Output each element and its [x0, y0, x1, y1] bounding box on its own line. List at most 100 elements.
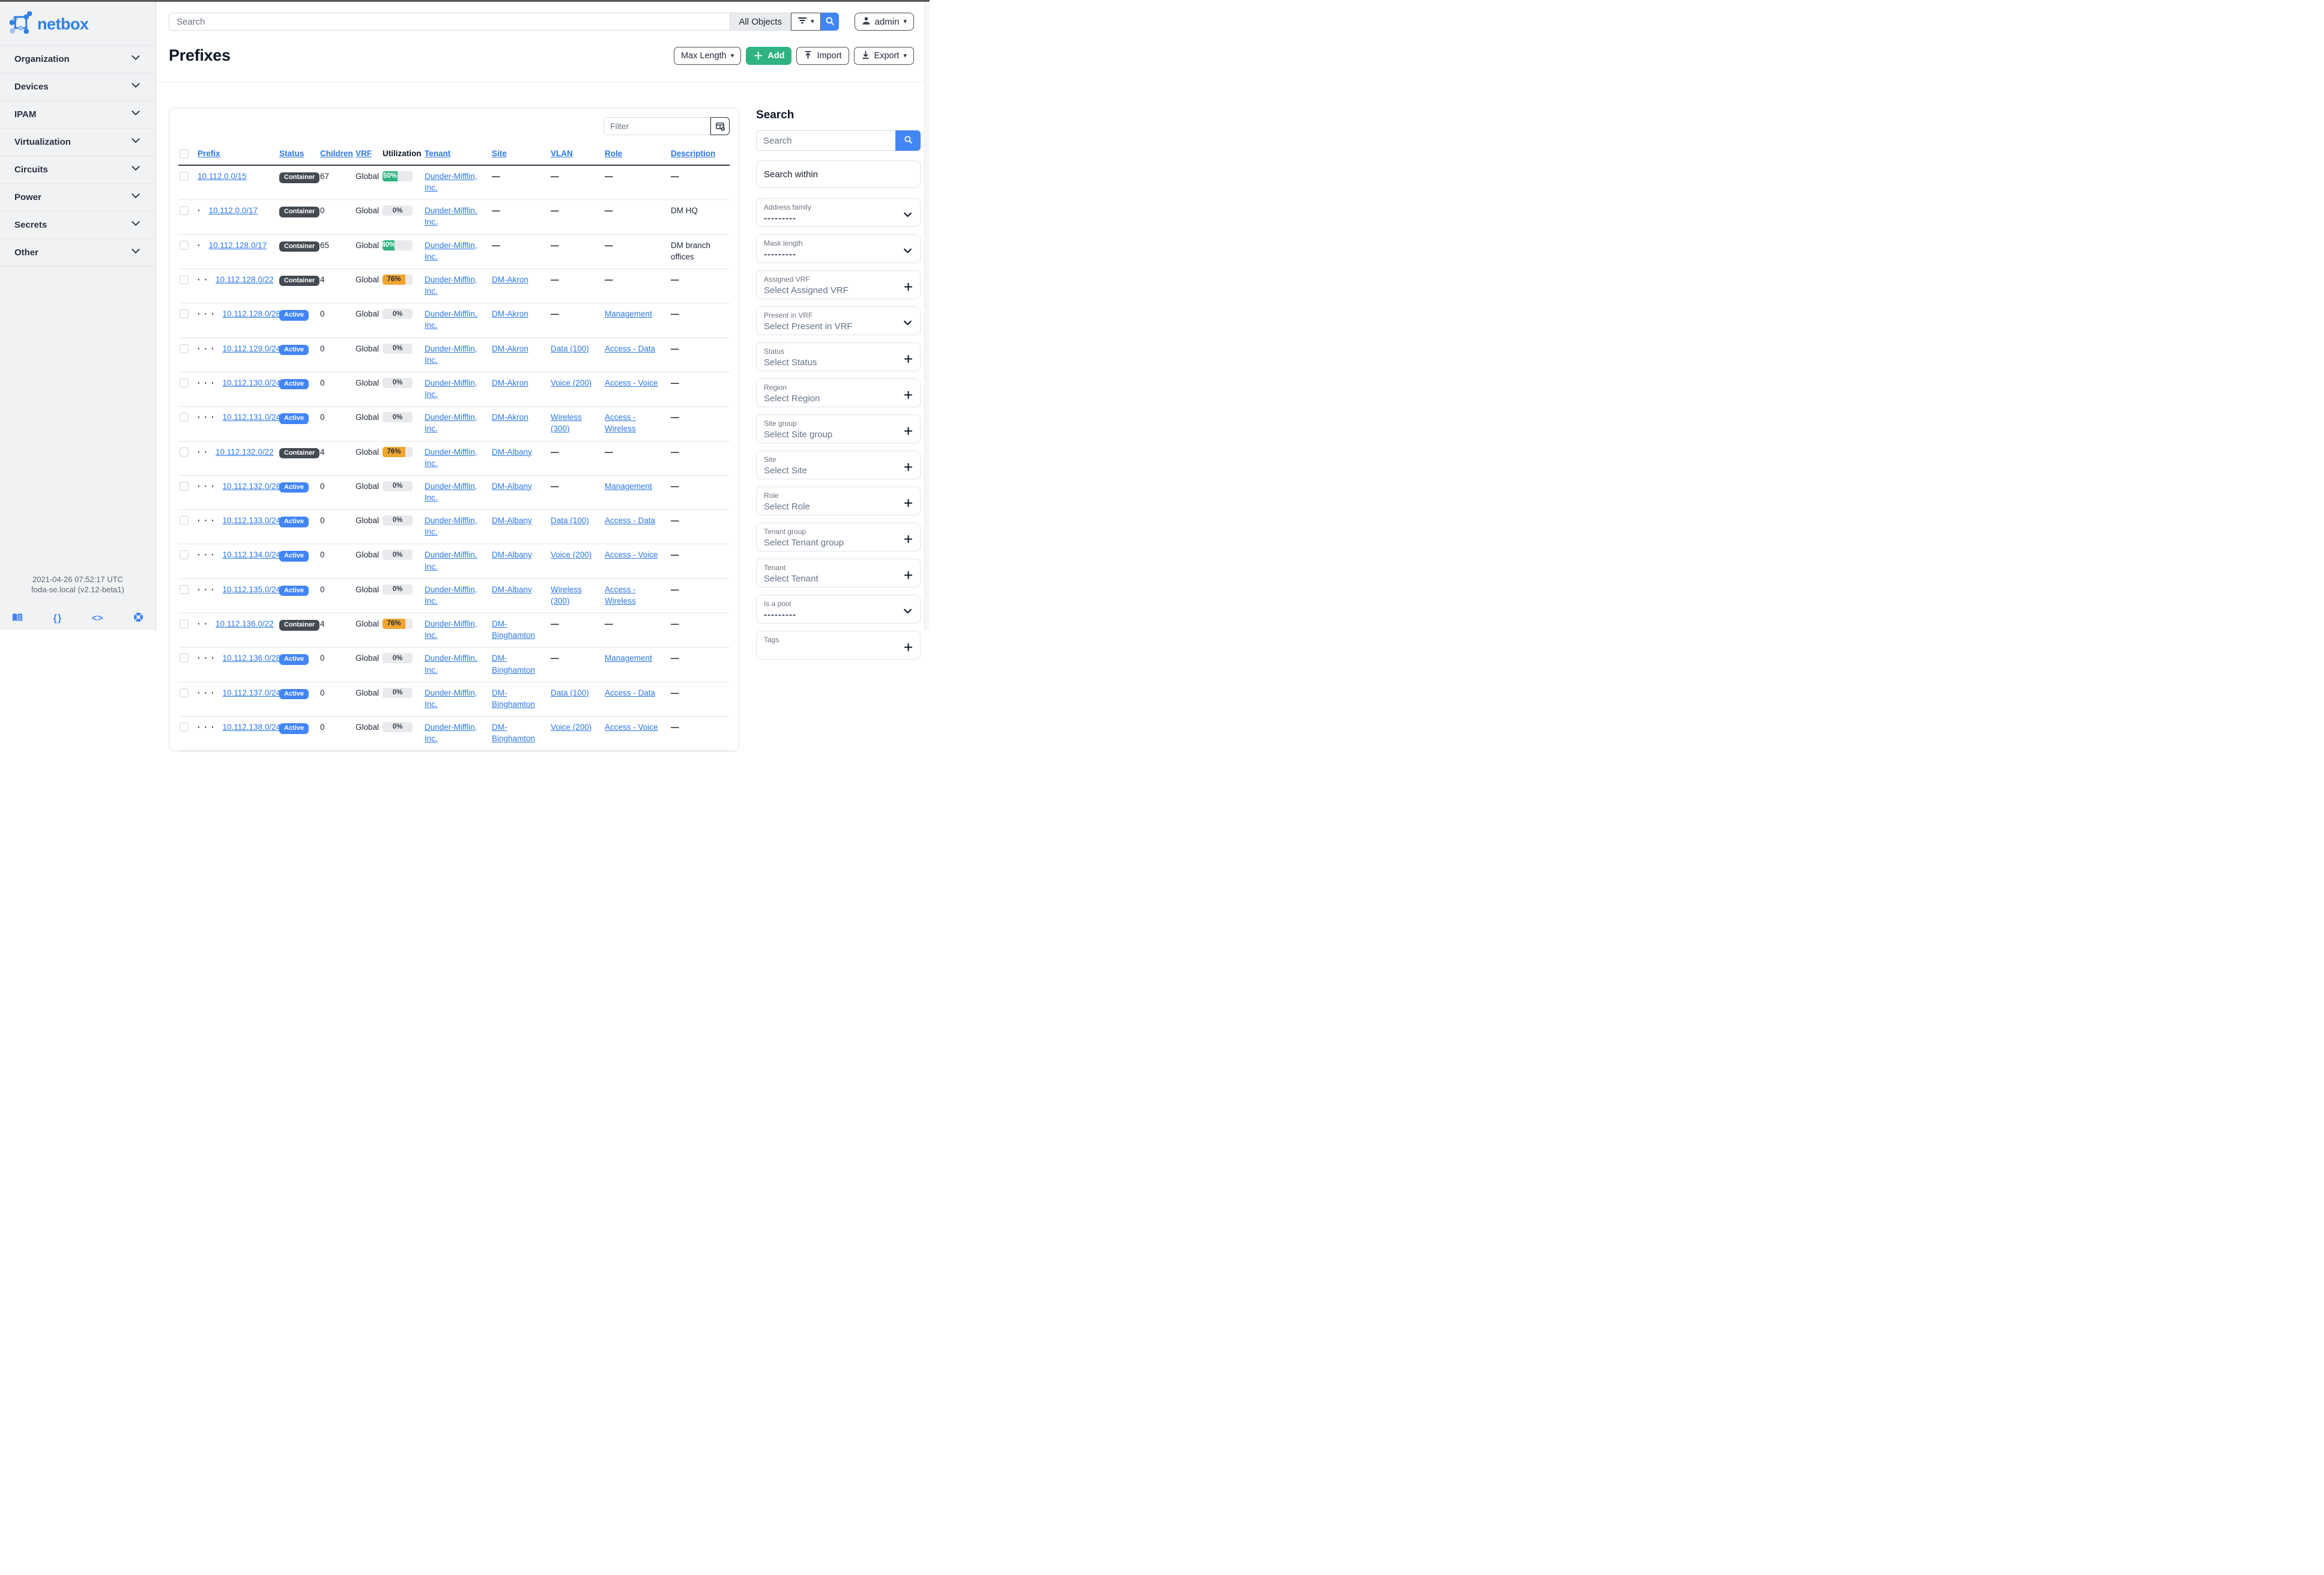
role-link[interactable]: Management	[605, 482, 652, 491]
tenant-link[interactable]: Dunder-Mifflin, Inc.	[425, 378, 477, 399]
site-link[interactable]: DM-Binghamton	[492, 619, 535, 640]
sidebar-item-secrets[interactable]: Secrets	[0, 211, 156, 239]
tenant-link[interactable]: Dunder-Mifflin, Inc.	[425, 482, 477, 502]
role-link[interactable]: Management	[605, 654, 652, 663]
filter-card-site-group[interactable]: Site group Select Site group	[756, 414, 921, 443]
filter-card-mask-length[interactable]: Mask length ---------	[756, 234, 921, 263]
site-link[interactable]: DM-Binghamton	[492, 654, 535, 674]
prefix-link[interactable]: 10.112.128.0/17	[209, 241, 267, 250]
rest-api-braces-icon[interactable]: { }	[53, 613, 62, 624]
row-checkbox[interactable]	[180, 550, 189, 560]
column-sort-tenant[interactable]: Tenant	[425, 149, 450, 158]
row-checkbox[interactable]	[180, 172, 189, 181]
tenant-link[interactable]: Dunder-Mifflin, Inc.	[425, 654, 477, 674]
site-link[interactable]: DM-Akron	[492, 344, 528, 353]
search-filter-dropdown-button[interactable]: ▾	[791, 13, 821, 31]
sidebar-item-other[interactable]: Other	[0, 239, 156, 267]
prefix-link[interactable]: 10.112.136.0/22	[216, 619, 274, 628]
row-checkbox[interactable]	[180, 723, 189, 732]
tenant-link[interactable]: Dunder-Mifflin, Inc.	[425, 241, 477, 261]
filter-card-site[interactable]: Site Select Site	[756, 451, 921, 479]
row-checkbox[interactable]	[180, 481, 189, 491]
prefix-link[interactable]: 10.112.134.0/24	[223, 550, 281, 559]
filter-card-tags[interactable]: Tags	[756, 631, 921, 660]
prefix-link[interactable]: 10.112.136.0/28	[223, 654, 281, 663]
import-button[interactable]: Import	[796, 47, 849, 65]
filter-card-role[interactable]: Role Select Role	[756, 487, 921, 515]
column-sort-prefix[interactable]: Prefix	[198, 149, 220, 158]
prefix-link[interactable]: 10.112.129.0/24	[223, 344, 281, 353]
prefix-link[interactable]: 10.112.128.0/28	[223, 309, 281, 318]
column-sort-site[interactable]: Site	[492, 149, 507, 158]
row-checkbox[interactable]	[180, 413, 189, 422]
role-link[interactable]: Access - Voice	[605, 378, 658, 387]
row-checkbox[interactable]	[180, 206, 189, 216]
site-link[interactable]: DM-Albany	[492, 482, 532, 491]
role-link[interactable]: Access - Data	[605, 516, 655, 525]
row-checkbox[interactable]	[180, 344, 189, 353]
help-lifebuoy-icon[interactable]	[133, 612, 144, 625]
tenant-link[interactable]: Dunder-Mifflin, Inc.	[425, 723, 477, 743]
tenant-link[interactable]: Dunder-Mifflin, Inc.	[425, 585, 477, 605]
tenant-link[interactable]: Dunder-Mifflin, Inc.	[425, 516, 477, 536]
site-link[interactable]: DM-Albany	[492, 516, 532, 525]
column-sort-role[interactable]: Role	[605, 149, 622, 158]
column-sort-children[interactable]: Children	[320, 149, 353, 158]
panel-search-button[interactable]	[895, 130, 921, 151]
filter-card-tenant-group[interactable]: Tenant group Select Tenant group	[756, 523, 921, 551]
global-search-input[interactable]	[169, 13, 730, 31]
global-search-submit-button[interactable]	[820, 13, 839, 31]
export-dropdown-button[interactable]: Export ▾	[853, 47, 914, 65]
site-link[interactable]: DM-Albany	[492, 550, 532, 559]
role-link[interactable]: Access - Voice	[605, 723, 658, 732]
row-checkbox[interactable]	[180, 688, 189, 697]
filter-card-is-a-pool[interactable]: Is a pool ---------	[756, 595, 921, 624]
role-link[interactable]: Access - Wireless	[605, 585, 636, 605]
tenant-link[interactable]: Dunder-Mifflin, Inc.	[425, 448, 477, 468]
site-link[interactable]: DM-Akron	[492, 275, 528, 284]
row-checkbox[interactable]	[180, 275, 189, 284]
site-link[interactable]: DM-Albany	[492, 448, 532, 457]
prefix-link[interactable]: 10.112.138.0/24	[223, 723, 281, 732]
row-checkbox[interactable]	[180, 516, 189, 526]
vertical-scrollbar[interactable]	[924, 2, 930, 630]
vlan-link[interactable]: Data (100)	[551, 688, 589, 697]
sidebar-item-circuits[interactable]: Circuits	[0, 156, 156, 184]
sidebar-item-devices[interactable]: Devices	[0, 73, 156, 101]
tenant-link[interactable]: Dunder-Mifflin, Inc.	[425, 309, 477, 330]
max-length-dropdown-button[interactable]: Max Length ▾	[673, 47, 742, 65]
tenant-link[interactable]: Dunder-Mifflin, Inc.	[425, 619, 477, 640]
table-configure-columns-button[interactable]	[710, 117, 730, 135]
vlan-link[interactable]: Data (100)	[551, 516, 589, 525]
tenant-link[interactable]: Dunder-Mifflin, Inc.	[425, 550, 477, 571]
site-link[interactable]: DM-Binghamton	[492, 688, 535, 709]
filter-card-assigned-vrf[interactable]: Assigned VRF Select Assigned VRF	[756, 270, 921, 299]
filter-card-tenant[interactable]: Tenant Select Tenant	[756, 559, 921, 587]
prefix-link[interactable]: 10.112.131.0/24	[223, 413, 281, 422]
sidebar-item-virtualization[interactable]: Virtualization	[0, 129, 156, 156]
role-link[interactable]: Access - Voice	[605, 550, 658, 559]
row-checkbox[interactable]	[180, 619, 189, 629]
table-filter-input[interactable]	[604, 117, 710, 135]
netbox-logo[interactable]: netbox	[0, 2, 156, 45]
tenant-link[interactable]: Dunder-Mifflin, Inc.	[425, 413, 477, 433]
row-checkbox[interactable]	[180, 447, 189, 457]
filter-card-address-family[interactable]: Address family ---------	[756, 198, 921, 227]
site-link[interactable]: DM-Albany	[492, 585, 532, 594]
prefix-link[interactable]: 10.112.132.0/28	[223, 482, 281, 491]
sidebar-item-power[interactable]: Power	[0, 184, 156, 211]
docs-book-icon[interactable]	[12, 613, 23, 625]
tenant-link[interactable]: Dunder-Mifflin, Inc.	[425, 275, 477, 296]
prefix-link[interactable]: 10.112.0.0/15	[198, 172, 247, 181]
prefix-link[interactable]: 10.112.137.0/24	[223, 688, 281, 697]
prefix-link[interactable]: 10.112.0.0/17	[209, 206, 258, 215]
row-checkbox[interactable]	[180, 584, 189, 594]
site-link[interactable]: DM-Akron	[492, 378, 528, 387]
row-checkbox[interactable]	[180, 654, 189, 663]
prefix-link[interactable]: 10.112.128.0/22	[216, 275, 274, 284]
vlan-link[interactable]: Wireless (300)	[551, 585, 582, 605]
add-button[interactable]: ＋ Add	[746, 47, 792, 65]
site-link[interactable]: DM-Binghamton	[492, 723, 535, 743]
sidebar-item-organization[interactable]: Organization	[0, 46, 156, 73]
row-checkbox[interactable]	[180, 240, 189, 250]
